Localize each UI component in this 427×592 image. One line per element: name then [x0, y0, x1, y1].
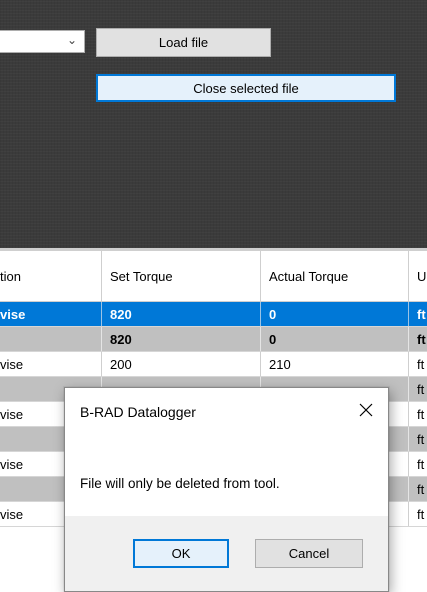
- cell-unit: ft: [417, 506, 425, 522]
- chevron-down-icon[interactable]: ⌄: [67, 33, 77, 47]
- cell-actual-torque: 210: [261, 352, 409, 376]
- cell-unit: ft: [417, 431, 425, 447]
- dialog-footer: OK Cancel: [65, 516, 388, 591]
- cell-set-torque: 200: [102, 352, 261, 376]
- cell-unit: ft: [417, 306, 426, 322]
- file-select-dropdown[interactable]: ⌄: [0, 30, 85, 53]
- cell-actual-torque: 0: [261, 327, 409, 351]
- cancel-button[interactable]: Cancel: [255, 539, 363, 568]
- close-selected-file-button[interactable]: Close selected file: [96, 74, 396, 102]
- dialog-message: File will only be deleted from tool.: [80, 476, 280, 491]
- cell-unit: ft: [417, 381, 425, 397]
- cell-direction: [0, 327, 102, 351]
- cell-unit: ft: [417, 456, 425, 472]
- toolbar-panel: ⌄ Load file Close selected file: [0, 0, 427, 248]
- column-header-unit[interactable]: U: [409, 251, 427, 301]
- column-header-direction[interactable]: tion: [0, 251, 102, 301]
- cell-direction: vise: [0, 352, 102, 376]
- dialog-title: B-RAD Datalogger: [80, 404, 196, 420]
- cell-set-torque: 820: [102, 302, 261, 326]
- cell-unit: ft: [417, 406, 425, 422]
- column-header-actual-torque[interactable]: Actual Torque: [261, 251, 409, 301]
- cell-unit: ft: [417, 331, 426, 347]
- cell-unit: ft: [417, 356, 425, 372]
- cell-direction: vise: [0, 302, 102, 326]
- table-row[interactable]: vise 820 0 ft: [0, 302, 427, 327]
- table-row[interactable]: 820 0 ft: [0, 327, 427, 352]
- cell-unit: ft: [417, 481, 425, 497]
- close-icon[interactable]: [354, 398, 378, 422]
- table-header: tion Set Torque Actual Torque U: [0, 251, 427, 302]
- cell-set-torque: 820: [102, 327, 261, 351]
- column-header-set-torque[interactable]: Set Torque: [102, 251, 261, 301]
- load-file-button[interactable]: Load file: [96, 28, 271, 57]
- confirm-dialog: B-RAD Datalogger File will only be delet…: [64, 387, 389, 592]
- table-row[interactable]: vise 200 210 ft: [0, 352, 427, 377]
- ok-button[interactable]: OK: [133, 539, 229, 568]
- cell-actual-torque: 0: [261, 302, 409, 326]
